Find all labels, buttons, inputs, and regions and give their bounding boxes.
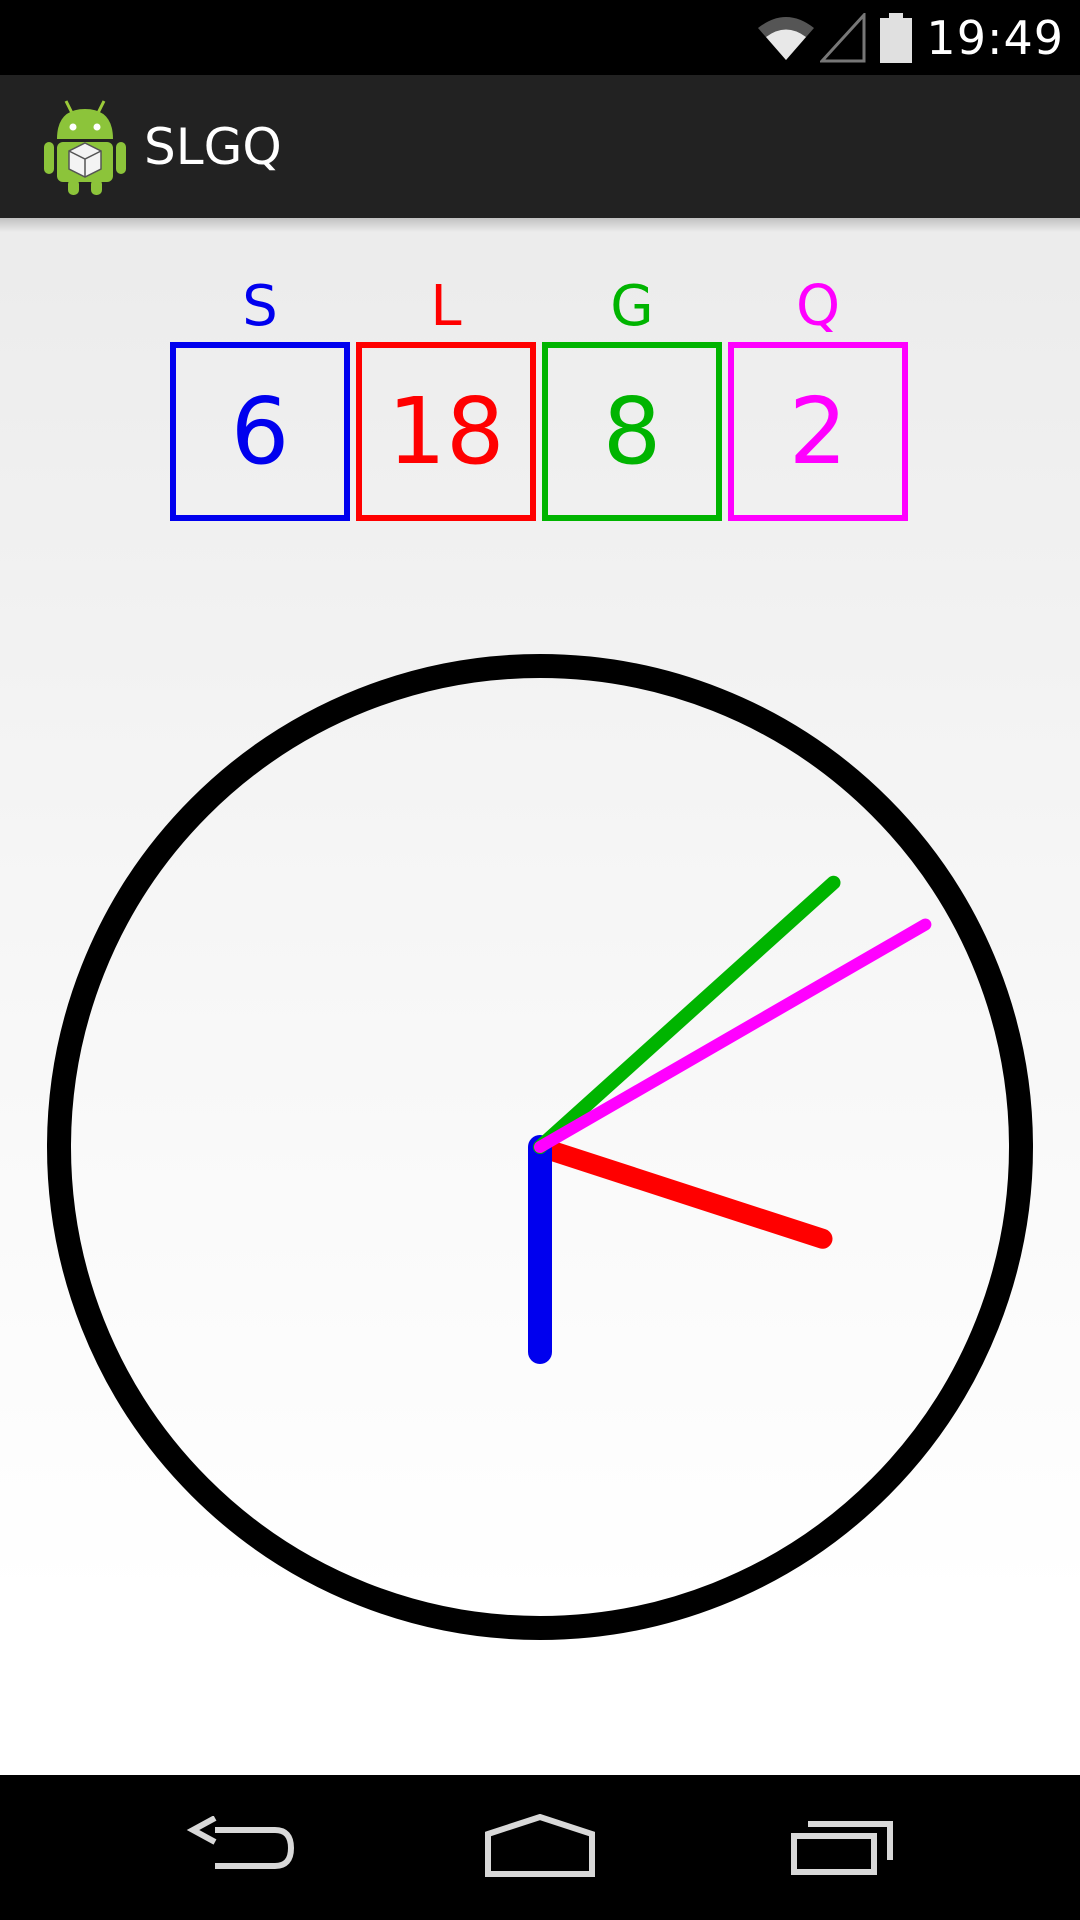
nav-bar [0,1775,1080,1920]
clock-hand-q [534,918,932,1153]
home-icon [484,1813,596,1882]
back-icon [185,1814,295,1880]
clock-hand-g [533,875,841,1154]
screen: 19:49 SLGQ S 6 L 18 G 8 Q 2 [0,0,1080,1920]
recent-apps-icon [790,1816,894,1880]
clock-dial [47,654,1033,1640]
back-button[interactable] [140,1775,340,1920]
clock-hands [528,875,932,1364]
clock-hand-l [530,1137,833,1249]
recent-apps-button[interactable] [742,1775,942,1920]
home-button[interactable] [440,1775,640,1920]
